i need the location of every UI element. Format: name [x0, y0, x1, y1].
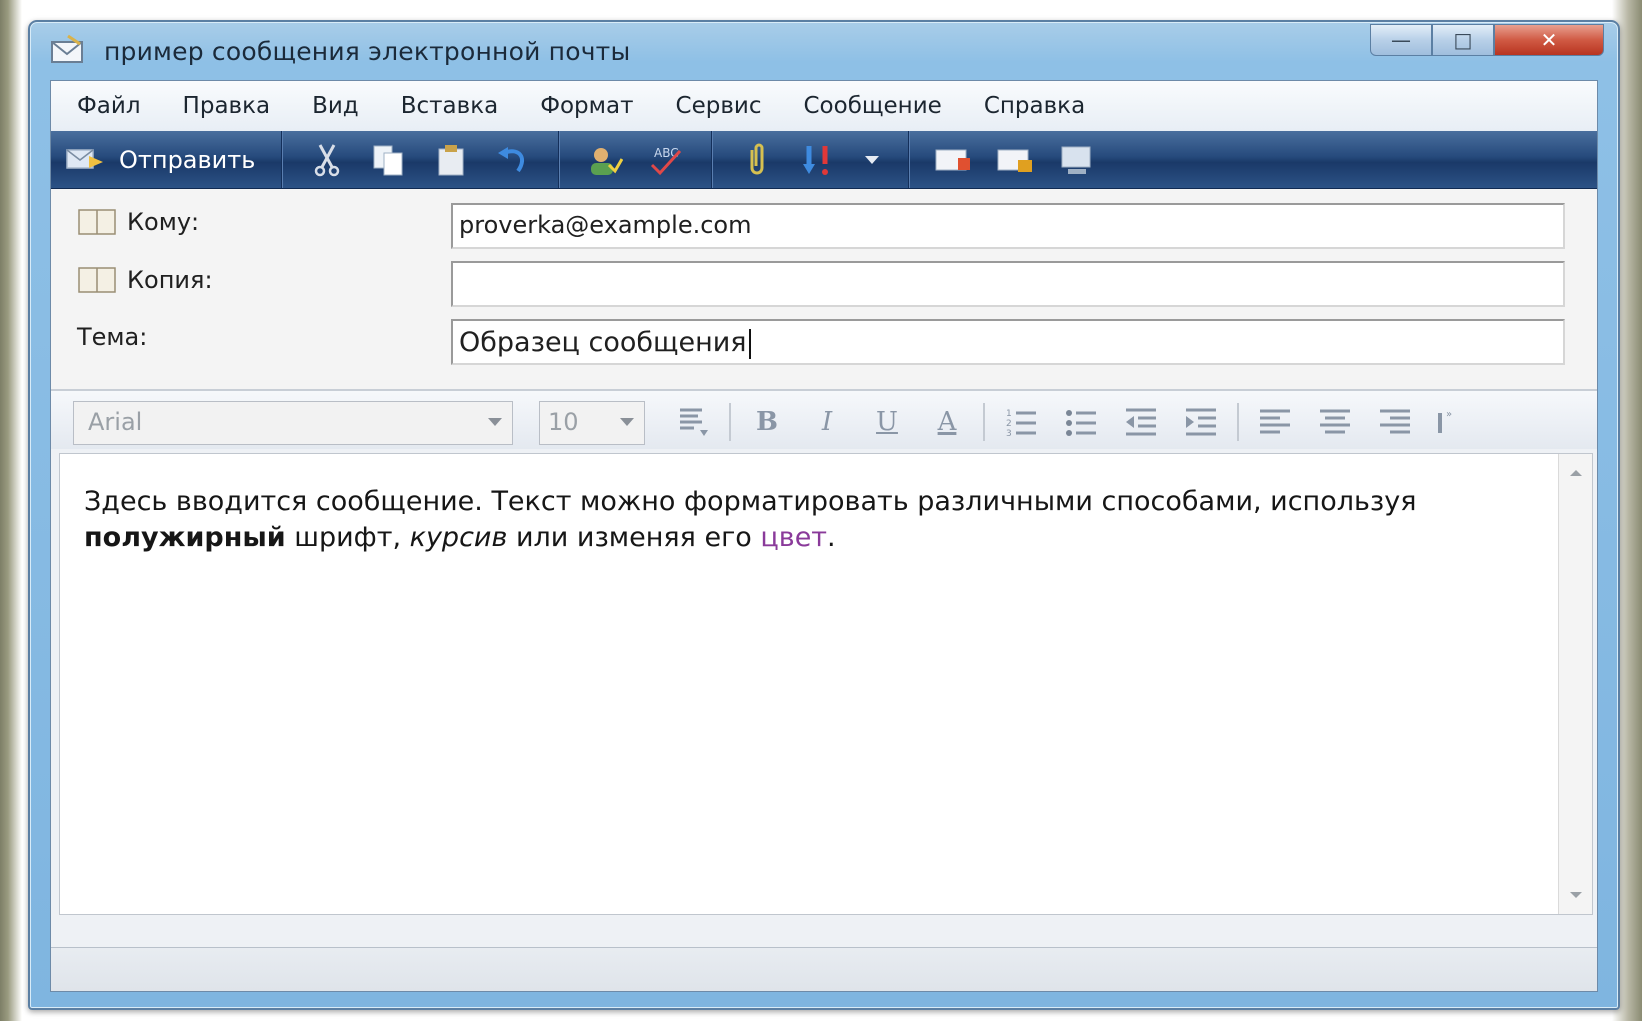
separator [1237, 403, 1239, 441]
address-book-icon [78, 267, 116, 293]
separator [729, 403, 731, 441]
message-bold-text: полужирный [84, 522, 286, 553]
offline-icon[interactable] [1057, 139, 1099, 181]
vertical-scrollbar[interactable] [1558, 454, 1592, 914]
chevron-down-icon [488, 418, 502, 426]
send-button[interactable]: Отправить [51, 131, 283, 188]
priority-icon[interactable] [798, 139, 840, 181]
maximize-icon: □ [1453, 28, 1473, 52]
attach-icon[interactable] [736, 139, 778, 181]
security-group [909, 131, 1123, 188]
font-name-select[interactable]: Arial [73, 401, 513, 445]
italic-button[interactable]: I [805, 400, 849, 444]
mail-icon [51, 34, 83, 63]
font-color-button[interactable]: A [925, 400, 969, 444]
menu-format[interactable]: Формат [540, 93, 633, 119]
underline-button[interactable]: U [865, 400, 909, 444]
cc-row: Копия: [51, 257, 1597, 307]
message-colored-text: цвет [760, 522, 828, 553]
window-client: Файл Правка Вид Вставка Формат Сервис Со… [50, 80, 1598, 992]
minimize-button[interactable]: — [1370, 24, 1432, 56]
send-label: Отправить [119, 145, 256, 174]
close-icon: ✕ [1540, 28, 1558, 52]
menu-bar: Файл Правка Вид Вставка Формат Сервис Со… [51, 81, 1597, 131]
menu-message[interactable]: Сообщение [803, 93, 941, 119]
cc-field[interactable] [451, 261, 1565, 307]
message-headers: Кому: proverka@example.com Копия: Тема: [51, 189, 1597, 389]
svg-text:»: » [1446, 409, 1452, 420]
to-label-button[interactable]: Кому: [77, 207, 199, 237]
maximize-button[interactable]: □ [1432, 24, 1494, 56]
message-text-part: или изменяя его [507, 522, 761, 553]
decrease-indent-icon[interactable] [1119, 400, 1163, 444]
menu-view[interactable]: Вид [312, 93, 359, 119]
menu-file[interactable]: Файл [77, 93, 141, 119]
message-options-group [712, 131, 910, 188]
subject-field[interactable]: Образец сообщения [451, 319, 1565, 365]
subject-row: Тема: Образец сообщения [51, 315, 1597, 365]
font-size-select[interactable]: 10 [539, 401, 645, 445]
to-row: Кому: proverka@example.com [51, 199, 1597, 249]
align-center-icon[interactable] [1313, 400, 1357, 444]
increase-indent-icon[interactable] [1179, 400, 1223, 444]
align-right-icon[interactable] [1373, 400, 1417, 444]
address-book-icon [78, 209, 116, 235]
check-group: ABC [559, 131, 713, 188]
menu-edit[interactable]: Правка [183, 93, 271, 119]
svg-text:1: 1 [1006, 409, 1012, 419]
menu-tools[interactable]: Сервис [676, 93, 762, 119]
cut-icon[interactable] [306, 139, 348, 181]
clipboard-group [282, 131, 560, 188]
bullet-list-icon[interactable] [1059, 400, 1103, 444]
sign-icon[interactable] [933, 139, 975, 181]
text-caret [748, 328, 751, 359]
to-label: Кому: [127, 208, 200, 236]
check-names-icon[interactable] [583, 139, 625, 181]
menu-insert[interactable]: Вставка [401, 93, 498, 119]
dropdown-icon[interactable] [860, 139, 884, 181]
subject-label-wrap: Тема: [77, 323, 147, 351]
format-buttons: B I U A 123 » [663, 399, 1469, 445]
numbered-list-icon[interactable]: 123 [999, 400, 1043, 444]
message-text-part: . [827, 522, 836, 553]
title-bar[interactable]: пример сообщения электронной почты — □ ✕ [30, 22, 1618, 80]
message-italic-text: курсив [409, 522, 508, 553]
scroll-up-icon[interactable] [1570, 470, 1582, 476]
undo-icon[interactable] [492, 139, 534, 181]
separator [983, 403, 985, 441]
paste-icon[interactable] [430, 139, 472, 181]
close-button[interactable]: ✕ [1494, 24, 1604, 56]
bold-button[interactable]: B [745, 400, 789, 444]
main-toolbar: Отправить ABC [51, 131, 1597, 189]
chevron-down-icon [620, 418, 634, 426]
paragraph-style-icon[interactable] [671, 400, 715, 444]
menu-help[interactable]: Справка [984, 93, 1085, 119]
scroll-down-icon[interactable] [1570, 892, 1582, 898]
status-bar [51, 947, 1597, 991]
message-text-part: шрифт, [285, 522, 410, 553]
subject-label: Тема: [77, 323, 148, 351]
compose-window: пример сообщения электронной почты — □ ✕… [28, 20, 1620, 1010]
cc-label-button[interactable]: Копия: [77, 265, 213, 295]
svg-text:2: 2 [1006, 419, 1012, 429]
window-title: пример сообщения электронной почты [104, 37, 631, 66]
message-body[interactable]: Здесь вводится сообщение. Текст можно фо… [59, 453, 1593, 915]
cc-label: Копия: [127, 266, 213, 294]
spelling-icon[interactable]: ABC [645, 139, 687, 181]
more-options-icon[interactable]: » [1433, 400, 1461, 444]
to-field[interactable]: proverka@example.com [451, 203, 1565, 249]
minimize-icon: — [1391, 28, 1411, 52]
send-icon [66, 148, 103, 169]
window-controls: — □ ✕ [1370, 24, 1604, 58]
font-size-value: 10 [548, 408, 579, 436]
message-text-part: Здесь вводится сообщение. Текст можно фо… [84, 486, 1417, 517]
align-left-icon[interactable] [1253, 400, 1297, 444]
font-name-value: Arial [88, 408, 143, 436]
formatting-toolbar: Arial 10 B I U A 123 » [51, 389, 1597, 449]
svg-text:3: 3 [1006, 429, 1012, 438]
encrypt-icon[interactable] [995, 139, 1037, 181]
message-text: Здесь вводится сообщение. Текст можно фо… [84, 484, 1532, 556]
subject-value: Образец сообщения [459, 327, 747, 358]
copy-icon[interactable] [368, 139, 410, 181]
